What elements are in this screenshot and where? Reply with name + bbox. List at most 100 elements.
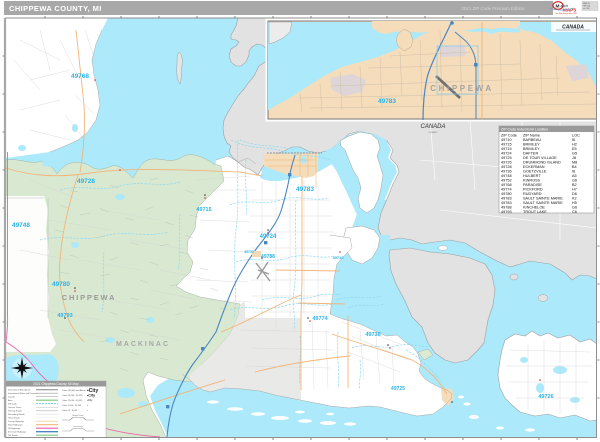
svg-text:Bridge/Tunnel: Bridge/Tunnel: [72, 415, 84, 417]
svg-text:SAULT SAINTE MARIE: SAULT SAINTE MARIE: [523, 197, 563, 201]
svg-text:49783: 49783: [296, 186, 314, 193]
svg-text:DE TOUR VILLAGE: DE TOUR VILLAGE: [523, 156, 557, 160]
svg-text:49736: 49736: [365, 332, 380, 338]
svg-text:TROUT LAKE: TROUT LAKE: [523, 210, 547, 214]
svg-text:BRIMLEY: BRIMLEY: [523, 147, 540, 151]
svg-text:49783: 49783: [501, 201, 512, 205]
svg-text:I6: I6: [572, 138, 575, 142]
svg-text:49715: 49715: [196, 207, 211, 213]
svg-text:49752: 49752: [501, 179, 512, 183]
svg-text:H2: H2: [572, 143, 577, 147]
svg-text:49725: 49725: [501, 156, 512, 160]
svg-text:ZIP Code: ZIP Code: [501, 134, 517, 138]
svg-text:H7: H7: [572, 188, 577, 192]
svg-text:M: M: [556, 4, 560, 10]
svg-text:49780: 49780: [501, 192, 512, 196]
svg-text:Secondary Roads: Secondary Roads: [8, 413, 25, 416]
svg-text:Other Roads: Other Roads: [8, 417, 20, 420]
svg-text:49715: 49715: [501, 147, 512, 151]
svg-text:I8: I8: [572, 170, 575, 174]
svg-text:Toll Roads: Toll Roads: [8, 435, 18, 437]
svg-text:County Highways: County Highways: [8, 420, 24, 423]
svg-text:KINROSS: KINROSS: [523, 179, 541, 183]
svg-text:SAULT SAINTE MARIE: SAULT SAINTE MARIE: [523, 201, 563, 205]
svg-text:International State and Provin: International State and Province: [8, 392, 38, 395]
svg-text:ZIP Code Index/Grid Location: ZIP Code Index/Grid Location: [501, 128, 548, 132]
svg-text:ONTARIO: ONTARIO: [429, 131, 438, 134]
svg-text:G5: G5: [572, 152, 577, 156]
svg-text:H5: H5: [572, 201, 577, 205]
svg-text:49793: 49793: [501, 210, 512, 214]
svg-text:49726: 49726: [501, 161, 512, 165]
svg-text:DRUMMOND ISLAND: DRUMMOND ISLAND: [523, 161, 561, 165]
svg-text:M8: M8: [572, 161, 577, 165]
svg-text:CHIPPEWA: CHIPPEWA: [430, 84, 493, 93]
svg-text:DAFTER: DAFTER: [523, 152, 538, 156]
svg-text:KINCHELOE: KINCHELOE: [523, 206, 545, 210]
svg-text:LOC: LOC: [572, 134, 580, 138]
svg-text:CANADA: CANADA: [420, 124, 445, 130]
svg-text:ZIP Code: ZIP Code: [8, 404, 18, 406]
svg-text:49752: 49752: [244, 250, 254, 254]
svg-text:49748: 49748: [501, 174, 512, 178]
svg-text:49715: 49715: [501, 143, 512, 147]
svg-text:2021 Chippewa County, MI Map: 2021 Chippewa County, MI Map: [33, 382, 79, 386]
svg-text:MACKINAC: MACKINAC: [116, 341, 170, 348]
svg-text:ZIP Name: ZIP Name: [523, 134, 540, 138]
svg-text:Interchange: Interchange: [73, 425, 83, 428]
svg-text:D6: D6: [572, 192, 577, 196]
svg-text:E5: E5: [572, 147, 577, 151]
svg-text:49748: 49748: [12, 222, 30, 229]
svg-text:49768: 49768: [71, 73, 89, 80]
svg-text:Census Tracts: Census Tracts: [8, 406, 21, 409]
svg-text:▪City: ▪City: [87, 394, 95, 398]
svg-text:49710: 49710: [501, 138, 512, 142]
svg-text:49724: 49724: [260, 234, 277, 240]
svg-text:ECKERMAN: ECKERMAN: [523, 165, 545, 169]
svg-text:Cities 25,000 - 49,999: Cities 25,000 - 49,999: [62, 399, 83, 402]
svg-text:49728: 49728: [77, 178, 95, 185]
svg-text:A5: A5: [572, 174, 577, 178]
svg-text:CHIPPEWA: CHIPPEWA: [62, 293, 116, 302]
svg-text:CHIPPEWA COUNTY, MI: CHIPPEWA COUNTY, MI: [9, 4, 102, 13]
svg-text:B2: B2: [572, 183, 577, 187]
svg-text:US Highways: US Highways: [8, 428, 20, 430]
svg-text:49783: 49783: [501, 197, 512, 201]
svg-text:49793: 49793: [57, 313, 72, 319]
svg-text:49728: 49728: [501, 165, 512, 169]
svg-text:County: County: [8, 396, 16, 399]
svg-text:Your Map Source Since 1982: Your Map Source Since 1982: [555, 12, 577, 15]
svg-text:K2: K2: [572, 197, 577, 201]
svg-text:BRIMLEY: BRIMLEY: [523, 143, 540, 147]
svg-text:49768: 49768: [501, 183, 512, 187]
svg-text:BARBEAU: BARBEAU: [523, 138, 541, 142]
svg-text:C6: C6: [572, 210, 577, 214]
svg-text:Cities 10 - 4,999: Cities 10 - 4,999: [62, 409, 78, 412]
svg-text:49783: 49783: [378, 98, 396, 105]
svg-text:49774: 49774: [312, 316, 328, 322]
svg-text:Cities 100,000 and Above: Cities 100,000 and Above: [62, 389, 87, 392]
svg-text:49724: 49724: [501, 152, 512, 156]
svg-text:J8: J8: [572, 156, 576, 160]
svg-text:49736: 49736: [501, 170, 512, 174]
svg-text:State Highways: State Highways: [8, 424, 22, 427]
svg-text:49780: 49780: [52, 281, 70, 288]
svg-text:GOETZVILLE: GOETZVILLE: [523, 170, 547, 174]
svg-text:Primary Roads: Primary Roads: [8, 410, 22, 413]
svg-text:49726: 49726: [538, 394, 553, 400]
svg-text:HULBERT: HULBERT: [523, 174, 541, 178]
svg-text:49774: 49774: [501, 188, 512, 192]
svg-text:G6: G6: [572, 206, 577, 210]
svg-text:B4: B4: [572, 165, 577, 169]
svg-text:49788: 49788: [261, 254, 275, 260]
svg-text:49788: 49788: [501, 206, 512, 210]
svg-text:CANADA: CANADA: [562, 25, 584, 31]
svg-text:49710: 49710: [332, 255, 344, 260]
svg-text:RUDYARD: RUDYARD: [523, 192, 542, 196]
svg-text:Interstate Highways: Interstate Highways: [8, 431, 26, 434]
svg-text:Cities 50,000 - 99,999: Cities 50,000 - 99,999: [62, 394, 83, 397]
svg-text:▪City: ▪City: [87, 398, 93, 402]
svg-text:G6: G6: [572, 179, 577, 183]
svg-text:2021 ZIP Code Premium Edition: 2021 ZIP Code Premium Edition: [462, 6, 525, 11]
svg-text:Cities 5,000 - 24,999: Cities 5,000 - 24,999: [62, 404, 82, 407]
